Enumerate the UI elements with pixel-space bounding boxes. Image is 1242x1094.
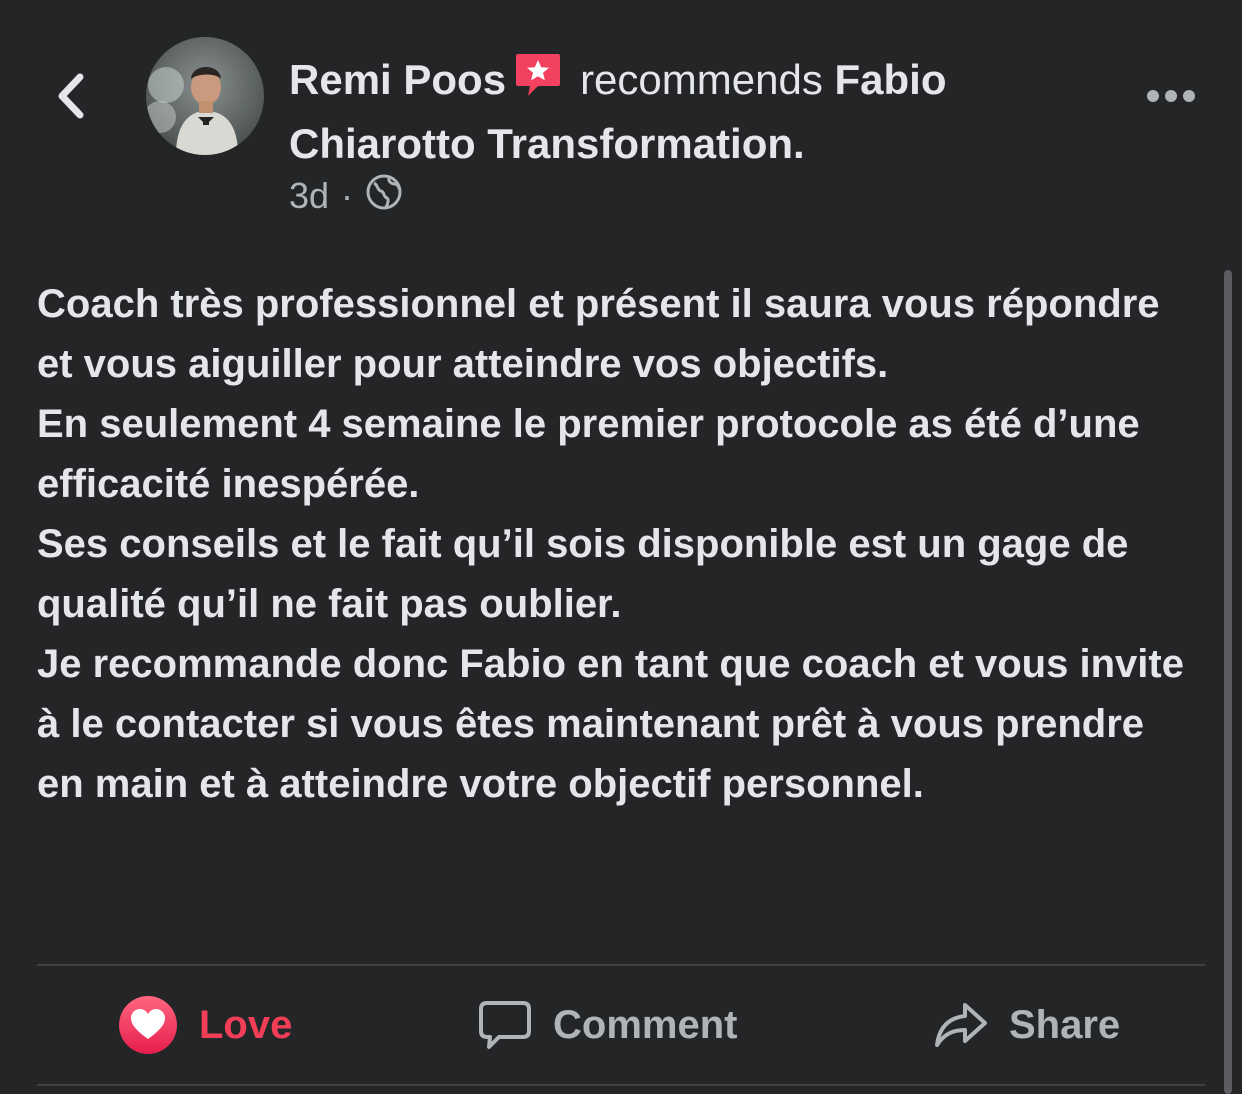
divider [37, 1084, 1205, 1086]
love-reaction-icon [119, 996, 177, 1054]
recommends-verb: recommends [580, 56, 823, 103]
scrollbar[interactable] [1224, 270, 1232, 1094]
share-button[interactable]: Share [933, 966, 1120, 1084]
avatar-photo [146, 37, 264, 155]
post-paragraph: Ses conseils et le fait qu’il sois dispo… [37, 522, 1129, 626]
chevron-left-icon [58, 73, 84, 119]
share-label: Share [1009, 1002, 1121, 1047]
more-options-button[interactable] [1136, 76, 1206, 116]
post-paragraph: Je recommande donc Fabio en tant que coa… [37, 642, 1184, 806]
love-label: Love [199, 1002, 293, 1047]
post-header-line: Remi Poos recommends Fabio Chiarotto Tra… [289, 50, 1109, 174]
post-meta: 3d · [289, 172, 403, 220]
love-button[interactable]: Love [117, 966, 292, 1084]
author-name-link[interactable]: Remi Poos [289, 56, 506, 103]
post-paragraph: En seulement 4 semaine le premier protoc… [37, 402, 1140, 506]
comment-button[interactable]: Comment [477, 966, 737, 1084]
comment-bubble-icon [479, 1001, 531, 1049]
more-dots-icon [1147, 90, 1195, 102]
meta-separator: · [341, 175, 354, 216]
share-arrow-icon [935, 1003, 987, 1047]
comment-label: Comment [553, 1002, 738, 1047]
header-period: . [793, 120, 805, 167]
back-button[interactable] [44, 66, 100, 126]
post-text: Coach très professionnel et présent il s… [37, 274, 1197, 814]
globe-icon[interactable] [365, 173, 403, 220]
action-bar: Love Comment Share [37, 966, 1205, 1084]
timestamp[interactable]: 3d [289, 175, 329, 217]
recommendation-star-icon [514, 52, 562, 114]
post-paragraph: Coach très professionnel et présent il s… [37, 282, 1160, 386]
avatar[interactable] [146, 37, 264, 155]
